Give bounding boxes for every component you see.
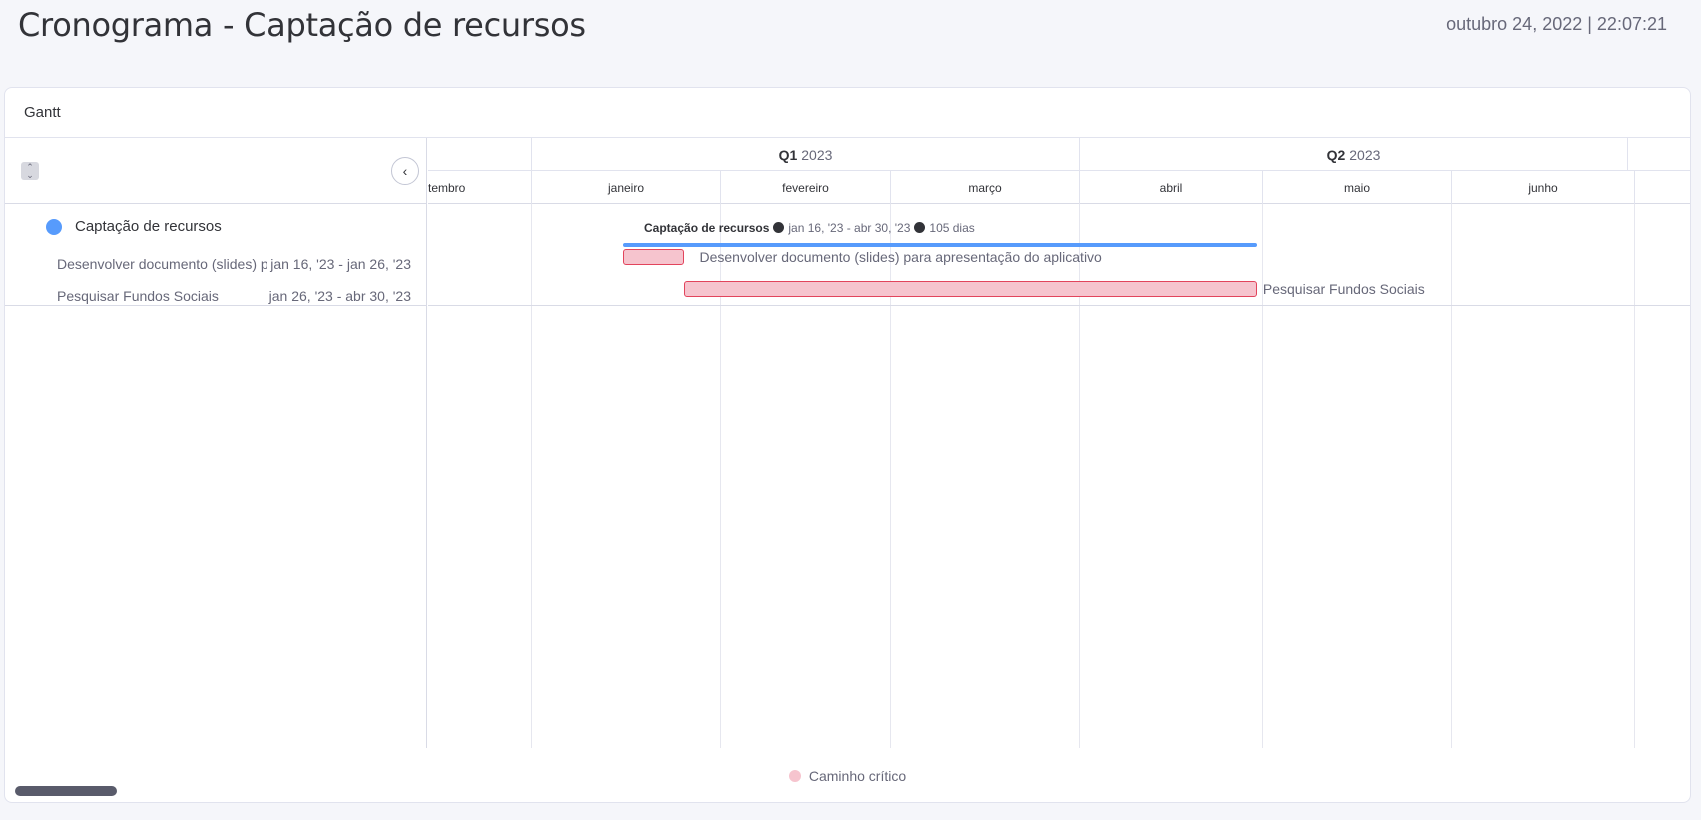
month-cell	[1634, 171, 1690, 204]
month-cell: tembro	[428, 180, 466, 195]
horizontal-scrollbar[interactable]	[15, 786, 117, 796]
month-cell: janeiro	[531, 171, 720, 204]
quarter-cell-prev	[428, 138, 531, 171]
timestamp: outubro 24, 2022 | 22:07:21	[1446, 14, 1667, 34]
gantt-widget: Gantt ⌃ ⌄ ‹ Captação de recursos Desenvol…	[4, 87, 1691, 803]
grid-line	[1451, 204, 1452, 748]
task-bar[interactable]	[683, 281, 1257, 297]
row-divider	[428, 305, 1690, 306]
month-cell: maio	[1262, 171, 1451, 204]
widget-header: Gantt	[5, 88, 1690, 138]
separator-dot-icon	[914, 222, 926, 233]
group-row[interactable]: Captação de recursos	[5, 214, 425, 240]
collapse-all-icon[interactable]: ⌃ ⌄	[21, 162, 39, 180]
task-dates: jan 26, '23 - abr 30, '23	[268, 288, 411, 304]
quarter-cell-q1: Q1 2023	[531, 138, 1079, 171]
separator-dot-icon	[773, 222, 785, 233]
month-cell: abril	[1079, 171, 1262, 204]
month-cell: junho	[1451, 171, 1634, 204]
legend-label: Caminho crítico	[808, 768, 907, 784]
group-name: Captação de recursos	[75, 218, 222, 235]
task-bar[interactable]	[622, 249, 684, 265]
legend-dot-icon	[788, 770, 801, 782]
month-cell: fevereiro	[720, 171, 890, 204]
task-list-panel: ⌃ ⌄ ‹ Captação de recursos Desenvolver do…	[5, 138, 427, 796]
chevron-left-icon[interactable]: ‹	[391, 157, 419, 185]
widget-title: Gantt	[24, 104, 61, 121]
page-title: Cronograma - Captação de recursos	[18, 6, 586, 44]
quarters-header: Q1 2023 Q2 2023	[428, 138, 1690, 171]
timeline: Q1 2023 Q2 2023 tembro janeiro fevereiro m…	[428, 138, 1690, 748]
month-cell: março	[890, 171, 1079, 204]
group-summary-bar[interactable]	[622, 243, 1257, 247]
months-header: tembro janeiro fevereiro março abril mai…	[428, 171, 1690, 204]
row-divider	[5, 305, 427, 306]
task-list-header: ⌃ ⌄ ‹	[5, 138, 426, 204]
quarter-cell-next	[1627, 138, 1690, 171]
quarter-cell-q2: Q2 2023	[1079, 138, 1627, 171]
legend: Caminho crítico	[5, 768, 1690, 784]
task-name: Desenvolver documento (slides) para apre…	[57, 256, 267, 272]
task-name: Pesquisar Fundos Sociais	[57, 288, 219, 304]
task-row[interactable]: Desenvolver documento (slides) para apre…	[5, 253, 425, 277]
group-summary-label: Captação de recursos jan 16, '23 - abr 30…	[644, 221, 975, 235]
group-color-dot	[46, 219, 62, 235]
task-bar-label: Desenvolver documento (slides) para apre…	[699, 249, 1102, 265]
task-dates: jan 16, '23 - jan 26, '23	[270, 256, 411, 272]
grid-line	[531, 204, 532, 748]
task-bar-label: Pesquisar Fundos Sociais	[1262, 281, 1425, 297]
grid-line	[1634, 204, 1635, 748]
